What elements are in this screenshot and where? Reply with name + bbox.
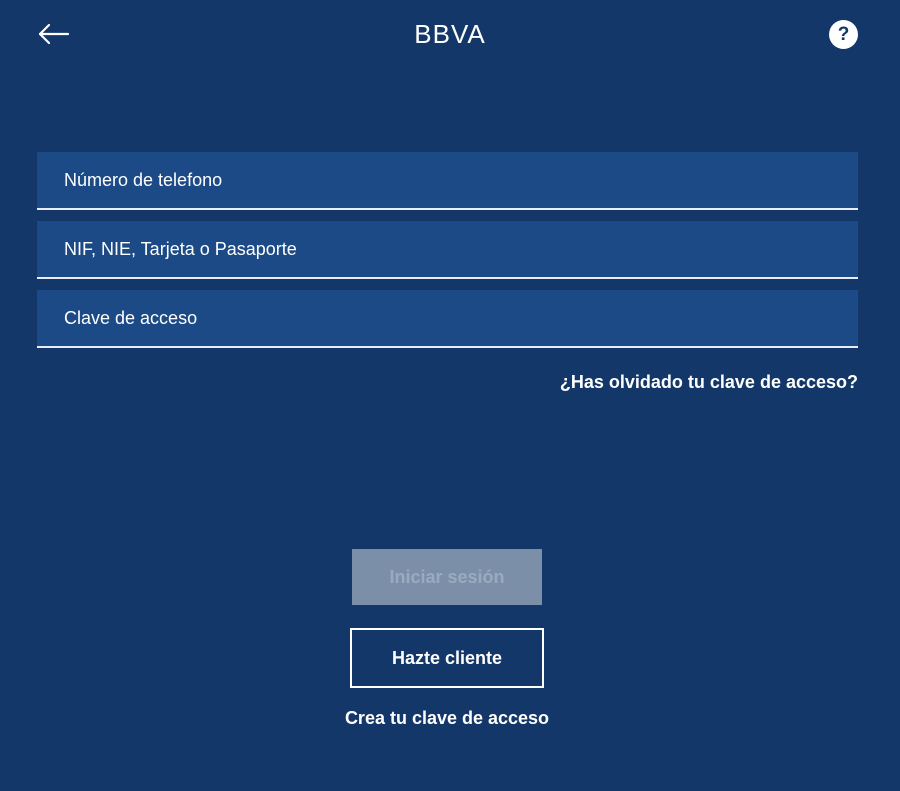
login-form: Número de telefono NIF, NIE, Tarjeta o P… <box>37 152 858 359</box>
back-button[interactable] <box>36 20 72 48</box>
login-button[interactable]: Iniciar sesión <box>352 549 542 605</box>
id-document-field[interactable]: NIF, NIE, Tarjeta o Pasaporte <box>37 221 858 279</box>
become-client-button[interactable]: Hazte cliente <box>350 628 544 688</box>
password-label: Clave de acceso <box>64 307 198 328</box>
create-access-key-link[interactable]: Crea tu clave de acceso <box>300 708 594 729</box>
arrow-left-icon <box>38 23 70 45</box>
id-document-label: NIF, NIE, Tarjeta o Pasaporte <box>64 238 297 259</box>
password-field[interactable]: Clave de acceso <box>37 290 858 348</box>
phone-number-field[interactable]: Número de telefono <box>37 152 858 210</box>
question-mark-icon: ? <box>837 23 850 45</box>
phone-number-label: Número de telefono <box>64 169 223 190</box>
help-button[interactable]: ? <box>829 20 858 49</box>
bbva-logo: BBVA <box>414 18 486 49</box>
forgot-password-link[interactable]: ¿Has olvidado tu clave de acceso? <box>560 372 858 393</box>
